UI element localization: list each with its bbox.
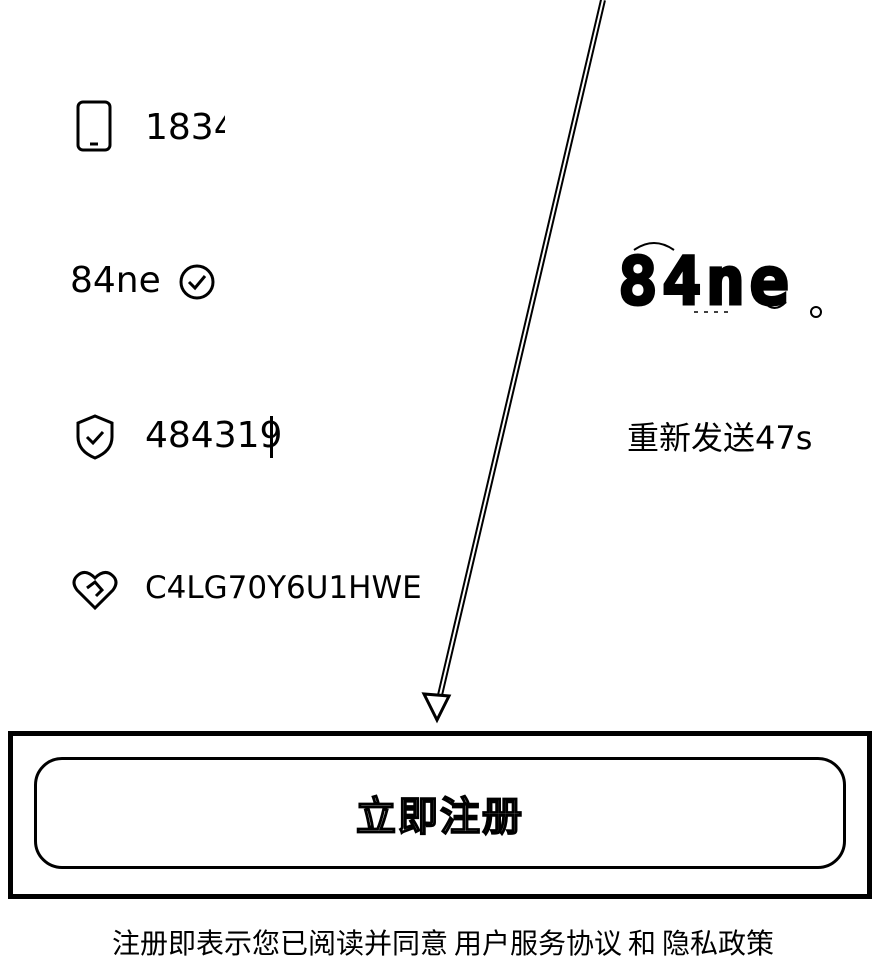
sms-code-input[interactable]: 484319 [145,418,282,454]
heart-handshake-icon [72,571,118,611]
agreement-text: 注册即表示您已阅读并同意 用户服务协议和隐私政策 [0,922,886,962]
register-button[interactable]: 立即注册 [34,757,846,869]
phone-redaction [225,108,395,158]
resend-code-button[interactable]: 重新发送47s [627,413,812,459]
phone-icon [76,100,112,152]
captcha-input[interactable]: 84ne [70,263,161,299]
service-agreement-link[interactable]: 用户服务协议 [454,927,622,960]
captcha-image[interactable]: 84ne [614,232,844,328]
invite-code-input[interactable]: C4LG70Y6U1HWE [145,573,422,604]
captcha-image-text: 84ne [618,243,793,320]
agreement-conjunction: 和 [628,927,657,960]
register-button-label: 立即注册 [355,793,524,841]
privacy-policy-link[interactable]: 隐私政策 [662,927,774,960]
shield-check-icon [76,414,114,460]
phone-input[interactable]: 1834 [145,110,237,146]
check-circle-icon [179,264,215,300]
text-cursor [270,416,273,458]
agreement-prefix: 注册即表示您已阅读并同意 [111,927,448,960]
